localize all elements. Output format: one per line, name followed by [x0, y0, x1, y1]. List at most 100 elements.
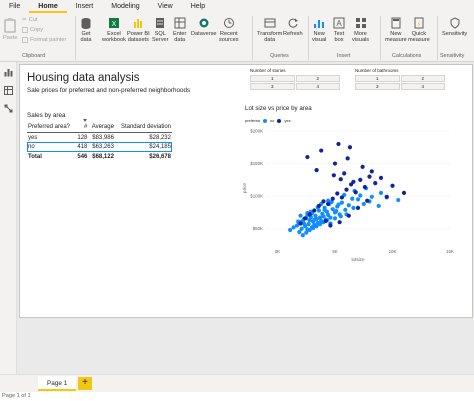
data-view-icon[interactable]: [4, 86, 13, 95]
column-header[interactable]: Standard deviation: [114, 122, 172, 133]
format-painter-button[interactable]: Format painter: [22, 37, 66, 43]
transform-data-button[interactable]: Transform data: [257, 17, 282, 44]
enter-data-button[interactable]: Enter data: [173, 17, 186, 44]
y-tick-label: $100K: [250, 194, 263, 199]
menu-file[interactable]: File: [0, 0, 29, 13]
scatter-point: [351, 179, 356, 184]
table-row[interactable]: yes 128 $83,986 $28,232: [27, 133, 172, 143]
sensitivity-button[interactable]: Sensitivity: [442, 17, 467, 37]
powerbi-datasets-button[interactable]: Power BI datasets: [127, 17, 150, 44]
scatter-point: [336, 141, 341, 147]
report-view-icon[interactable]: [4, 68, 13, 77]
chart-title: Lot size vs price by area: [245, 105, 312, 112]
excel-icon: X: [108, 17, 120, 29]
slicer-option[interactable]: 1: [250, 75, 295, 82]
report-subtitle: Sale prices for preferred and non-prefer…: [27, 87, 191, 94]
scatter-point: [316, 203, 321, 209]
group-divider: [380, 16, 381, 60]
page-tab[interactable]: Page 1: [38, 376, 77, 391]
dataverse-button[interactable]: Dataverse: [191, 17, 217, 37]
scatter-point: [346, 203, 351, 208]
scatter-point: [401, 190, 407, 195]
cut-button[interactable]: ✂ Cut: [22, 17, 37, 23]
column-header[interactable]: Average: [88, 122, 115, 133]
model-view-icon[interactable]: [4, 104, 13, 113]
recent-sources-button[interactable]: Recent sources: [219, 17, 239, 44]
scatter-point: [298, 221, 303, 226]
bathrooms-slicer: Number of bathrooms 1 2 3 4: [355, 68, 445, 90]
table-cell: yes: [28, 134, 38, 141]
scatter-point: [323, 218, 328, 223]
sql-server-button[interactable]: SQL Server: [152, 17, 168, 44]
slicer-title: Number of stories: [250, 68, 286, 73]
scatter-point: [343, 207, 348, 212]
slicer-option[interactable]: 2: [400, 75, 445, 82]
scatter-point: [360, 164, 365, 169]
insert-group-label: Insert: [337, 53, 351, 59]
scatter-chart[interactable]: $200K $150K $100K $50K 0K 5K 10K 15K lotsize pric…: [238, 123, 462, 263]
menu-home[interactable]: Home: [29, 0, 67, 13]
scatter-point: [300, 233, 305, 238]
group-divider: [437, 16, 438, 60]
scatter-point: [350, 196, 355, 201]
menu-help[interactable]: Help: [182, 0, 214, 13]
scatter-point: [358, 177, 363, 182]
sql-server-icon: [154, 17, 166, 29]
slicer-option[interactable]: 4: [295, 83, 340, 90]
column-header[interactable]: #: [75, 122, 89, 133]
menu-modeling[interactable]: Modeling: [102, 0, 148, 13]
scatter-point: [339, 195, 344, 200]
scatter-point: [345, 156, 350, 161]
selected-row-outline: [27, 142, 172, 152]
slicer-option[interactable]: 1: [355, 75, 400, 82]
add-page-button[interactable]: +: [78, 377, 92, 390]
grid-icon: [355, 17, 367, 29]
scatter-point: [369, 194, 374, 199]
x-tick-label: 5K: [332, 249, 337, 254]
scatter-point: [347, 145, 353, 150]
scatter-point: [344, 187, 349, 192]
scatter-point: [307, 212, 312, 217]
slicer-option[interactable]: 2: [295, 75, 340, 82]
scatter-point: [299, 226, 304, 231]
copy-button[interactable]: Copy: [22, 27, 43, 33]
scatter-point: [334, 209, 339, 214]
slicer-option[interactable]: 4: [400, 83, 445, 90]
menu-view[interactable]: View: [149, 0, 182, 13]
copy-icon: [22, 27, 28, 33]
excel-workbook-button[interactable]: X Excel workbook: [102, 17, 126, 44]
slicer-title: Number of bathrooms: [355, 68, 399, 73]
scatter-point: [361, 201, 366, 207]
scatter-point: [298, 213, 303, 218]
scatter-point: [304, 230, 309, 235]
text-box-button[interactable]: A Text box: [333, 17, 345, 44]
table-cell: $83,986: [92, 134, 114, 141]
refresh-button[interactable]: Refresh: [283, 17, 303, 37]
scatter-point: [337, 220, 342, 225]
quick-measure-button[interactable]: Quick measure: [408, 17, 430, 44]
new-measure-button[interactable]: New measure: [385, 17, 407, 44]
refresh-icon: [287, 17, 299, 29]
more-visuals-button[interactable]: More visuals: [352, 17, 369, 44]
scatter-point: [314, 167, 319, 173]
column-header[interactable]: Preferred area?: [27, 122, 76, 133]
slicer-option[interactable]: 3: [250, 83, 295, 90]
stories-slicer: Number of stories 1 2 3 4: [250, 68, 340, 90]
scatter-point: [319, 148, 324, 153]
scatter-point: [288, 227, 293, 233]
legend-marker: [277, 118, 282, 123]
scatter-point: [362, 184, 367, 190]
scatter-point: [376, 203, 381, 209]
scatter-point: [336, 202, 341, 207]
clipboard-group-label: Clipboard: [22, 53, 46, 59]
slicer-option[interactable]: 3: [355, 83, 400, 90]
scatter-point: [330, 196, 335, 201]
scatter-point: [346, 213, 351, 218]
get-data-button[interactable]: Get data: [80, 17, 92, 44]
scatter-point: [378, 175, 384, 181]
scatter-point: [351, 205, 356, 210]
menu-insert[interactable]: Insert: [67, 0, 103, 13]
new-visual-button[interactable]: New visual: [312, 17, 326, 44]
scatter-point: [378, 190, 384, 195]
paste-button[interactable]: Paste: [3, 17, 17, 41]
